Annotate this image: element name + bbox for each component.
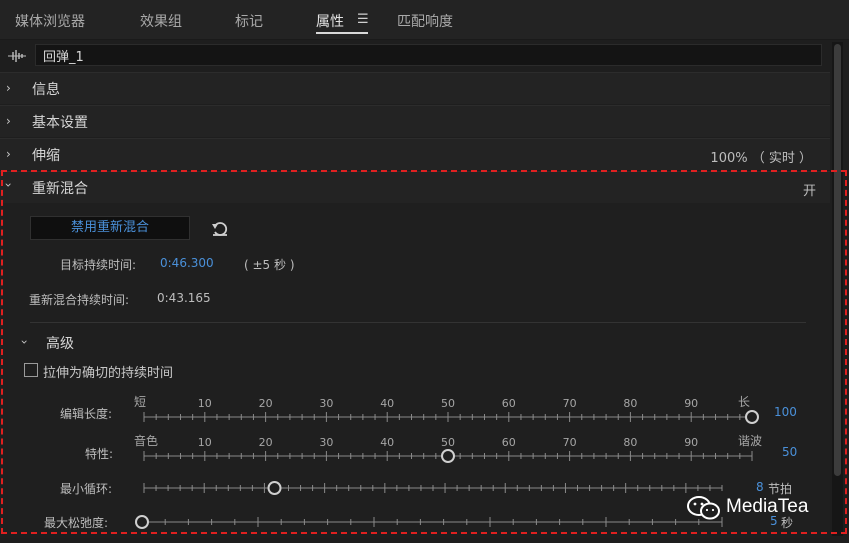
watermark-text: MediaTea bbox=[726, 496, 809, 517]
character-slider-tick-label: 70 bbox=[563, 436, 577, 449]
character-slider-tick-label: 40 bbox=[380, 436, 394, 449]
slider-layer: 10 20 30 40 50 60 70 80 90 短 长 10 20 30 40 50 60 70 80 90 音色… bbox=[134, 395, 762, 529]
edit-length-slider-tick-label: 40 bbox=[380, 397, 394, 410]
character-slider-tick-label: 20 bbox=[259, 436, 273, 449]
character-slider-tick-label: 60 bbox=[502, 436, 516, 449]
wechat-icon bbox=[687, 496, 720, 520]
edit-length-slider-tick-label: 10 bbox=[198, 397, 212, 410]
character-slider-tick-label: 90 bbox=[684, 436, 698, 449]
edit-length-slider-min-label: 短 bbox=[134, 395, 146, 409]
character-slider-tick-label: 80 bbox=[623, 436, 637, 449]
character-slider-min-label: 音色 bbox=[134, 433, 158, 448]
edit-length-slider-handle[interactable] bbox=[745, 410, 759, 424]
character-slider-max-label: 谐波 bbox=[738, 434, 762, 448]
character-slider-tick-label: 50 bbox=[441, 436, 455, 449]
character-slider-tick-label: 10 bbox=[198, 436, 212, 449]
edit-length-slider-tick-label: 20 bbox=[259, 397, 273, 410]
edit-length-slider-tick-label: 60 bbox=[502, 397, 516, 410]
edit-length-slider-tick-label: 50 bbox=[441, 397, 455, 410]
edit-length-slider-tick-label: 70 bbox=[563, 397, 577, 410]
min-loop-slider-handle[interactable] bbox=[267, 481, 282, 495]
character-slider-handle[interactable] bbox=[441, 449, 455, 463]
edit-length-slider-max-label: 长 bbox=[738, 395, 750, 409]
edit-length-slider-tick-label: 80 bbox=[623, 397, 637, 410]
edit-length-slider-tick-label: 90 bbox=[684, 397, 698, 410]
edit-length-slider-tick-label: 30 bbox=[319, 397, 333, 410]
character-slider-tick-label: 30 bbox=[319, 436, 333, 449]
max-relax-slider-handle[interactable] bbox=[135, 515, 149, 529]
